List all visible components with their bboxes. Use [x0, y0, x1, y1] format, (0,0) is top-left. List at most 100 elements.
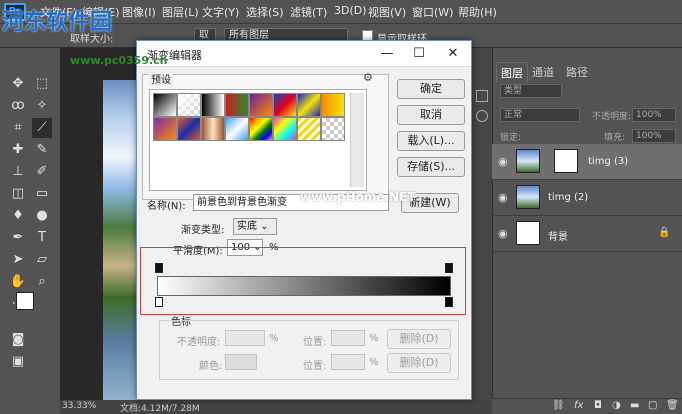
delete-color-stop-button[interactable]: 删除(D)	[387, 353, 451, 373]
visibility-eye-icon[interactable]: ◉	[498, 156, 510, 168]
tab-paths[interactable]: 路径	[562, 62, 592, 82]
path-select-tool-icon[interactable]: ➤	[8, 250, 28, 270]
opacity-input[interactable]: 100%	[632, 108, 676, 122]
tab-layers[interactable]: 图层	[496, 62, 528, 83]
lasso-tool-icon[interactable]: ꝏ	[8, 96, 28, 116]
blur-tool-icon[interactable]: ♦	[8, 206, 28, 226]
fill-input[interactable]: 100%	[632, 129, 676, 143]
preset-swatch[interactable]	[321, 117, 345, 141]
screen-mode-icon[interactable]: ▣	[8, 352, 28, 372]
eraser-tool-icon[interactable]: ◫	[8, 184, 28, 204]
foreground-color-swatch[interactable]	[16, 292, 34, 310]
menu-help[interactable]: 帮助(H)	[458, 4, 497, 20]
minimize-icon[interactable]: —	[373, 44, 401, 64]
shape-tool-icon[interactable]: ▱	[32, 250, 52, 270]
type-tool-icon[interactable]: T	[32, 228, 52, 248]
menu-view[interactable]: 视图(V)	[368, 4, 406, 20]
preset-swatch[interactable]	[177, 117, 201, 141]
healing-tool-icon[interactable]: ✚	[8, 140, 28, 160]
preset-swatch[interactable]	[177, 93, 201, 117]
preset-swatch[interactable]	[153, 93, 177, 117]
preset-swatch[interactable]	[153, 117, 177, 141]
crop-tool-icon[interactable]: ⌗	[8, 118, 28, 138]
preset-swatch[interactable]	[249, 117, 273, 141]
gear-icon[interactable]: ⚙	[363, 71, 373, 84]
hand-tool-icon[interactable]: ✋	[8, 272, 28, 292]
quick-mask-icon[interactable]: ◙	[8, 330, 28, 350]
menu-filter[interactable]: 滤镜(T)	[290, 4, 327, 20]
dialog-title-bar[interactable]: 渐变编辑器 — ☐ ✕	[137, 41, 471, 67]
dodge-tool-icon[interactable]: ●	[32, 206, 52, 226]
opacity-location-label: 位置:	[303, 337, 327, 348]
new-layer-icon[interactable]: ▢	[648, 400, 657, 411]
gradient-type-select[interactable]: 实底 ⌄	[233, 218, 277, 235]
menu-window[interactable]: 窗口(W)	[412, 4, 453, 20]
preset-swatch[interactable]	[273, 117, 297, 141]
menu-select[interactable]: 选择(S)	[246, 4, 284, 20]
adjustment-icon[interactable]: ◑	[612, 400, 621, 411]
preset-swatch[interactable]	[321, 93, 345, 117]
preset-swatch[interactable]	[201, 117, 225, 141]
gradient-tool-icon[interactable]: ▭	[32, 184, 52, 204]
magic-wand-tool-icon[interactable]: ✧	[32, 96, 52, 116]
preset-swatch[interactable]	[249, 93, 273, 117]
layer-name[interactable]: 背景	[548, 228, 568, 243]
menu-3d[interactable]: 3D(D)	[334, 4, 367, 17]
close-icon[interactable]: ✕	[439, 44, 467, 64]
history-panel-icon[interactable]	[476, 90, 488, 102]
highlight-box	[140, 247, 466, 315]
zoom-tool-icon[interactable]: ⌕	[32, 272, 52, 292]
stamp-tool-icon[interactable]: ⊥	[8, 162, 28, 182]
preset-swatch[interactable]	[297, 117, 321, 141]
status-bar: 33.33% 文档:4.12M/7.28M	[60, 400, 492, 414]
preset-swatch[interactable]	[297, 93, 321, 117]
menu-image[interactable]: 图像(I)	[122, 4, 156, 20]
load-button[interactable]: 载入(L)...	[397, 131, 465, 151]
layer-filter-select[interactable]: 类型	[500, 84, 562, 98]
blend-mode-select[interactable]: 正常	[500, 108, 580, 122]
presets-scrollbar[interactable]	[350, 93, 364, 187]
zoom-level[interactable]: 33.33%	[62, 401, 96, 411]
brush-tool-icon[interactable]: ✎	[32, 140, 52, 160]
folder-icon[interactable]: ▬	[630, 400, 639, 411]
trash-icon[interactable]: 🗑	[666, 400, 679, 411]
preset-swatch[interactable]	[201, 93, 225, 117]
history-brush-tool-icon[interactable]: ✐	[32, 162, 52, 182]
menu-type[interactable]: 文字(Y)	[202, 4, 239, 20]
layer-name[interactable]: timg (2)	[548, 192, 588, 203]
presets-label: 预设	[149, 71, 173, 86]
color-location-label: 位置:	[303, 361, 327, 372]
opacity-location-input[interactable]	[331, 330, 365, 346]
mask-icon[interactable]: ◘	[594, 400, 602, 411]
layer-name[interactable]: timg (3)	[588, 156, 628, 167]
maximize-icon[interactable]: ☐	[405, 44, 433, 64]
layer-row-timg2[interactable]: ◉ timg (2)	[492, 180, 682, 216]
color-location-input[interactable]	[331, 354, 365, 370]
preset-swatch[interactable]	[273, 93, 297, 117]
visibility-eye-icon[interactable]: ◉	[498, 228, 510, 240]
tab-channels[interactable]: 通道	[528, 62, 558, 82]
pen-tool-icon[interactable]: ✒	[8, 228, 28, 248]
layer-row-background[interactable]: ◉ 背景 🔒	[492, 216, 682, 252]
document-size: 文档:4.12M/7.28M	[120, 404, 200, 414]
properties-panel-icon[interactable]	[476, 110, 488, 122]
move-tool-icon[interactable]: ✥	[8, 74, 28, 94]
link-icon[interactable]: ⛓	[552, 400, 565, 411]
fx-icon[interactable]: fx	[574, 400, 583, 411]
eyedropper-tool-icon[interactable]: ⟋	[32, 118, 52, 138]
stop-opacity-input[interactable]	[225, 330, 265, 346]
layer-row-timg3[interactable]: ◉ timg (3)	[492, 144, 682, 180]
preset-swatch[interactable]	[225, 117, 249, 141]
save-button[interactable]: 存储(S)...	[397, 157, 465, 177]
ok-button[interactable]: 确定	[397, 79, 465, 99]
cancel-button[interactable]: 取消	[397, 105, 465, 125]
delete-opacity-stop-button[interactable]: 删除(D)	[387, 329, 451, 349]
layer-mask-thumbnail[interactable]	[554, 149, 578, 173]
menu-layer[interactable]: 图层(L)	[162, 4, 199, 20]
stop-color-swatch[interactable]	[225, 354, 257, 370]
visibility-eye-icon[interactable]: ◉	[498, 192, 510, 204]
marquee-tool-icon[interactable]: ⬚	[32, 74, 52, 94]
preset-swatch[interactable]	[225, 93, 249, 117]
lock-label: 锁定:	[500, 133, 522, 143]
panel-dock-strip	[470, 48, 492, 400]
